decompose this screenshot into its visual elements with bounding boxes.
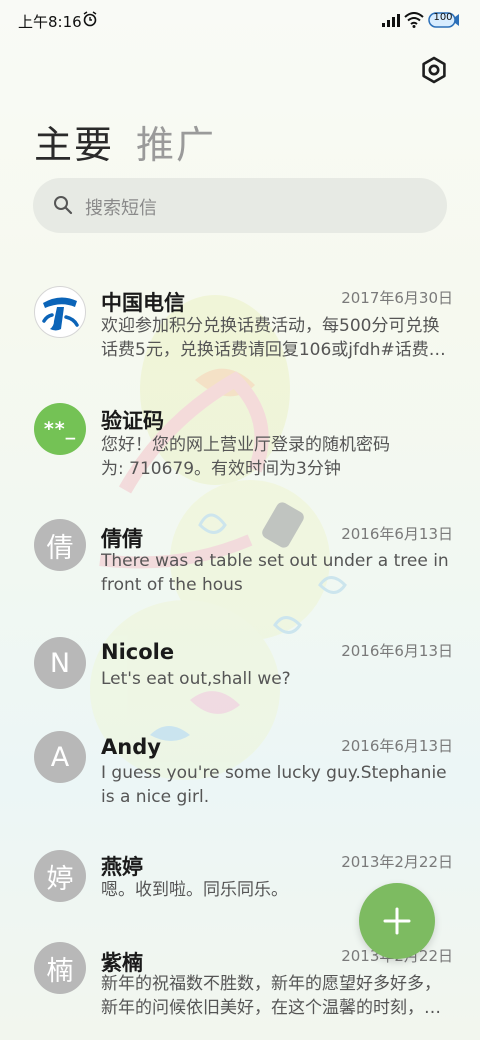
preview-line: 话费5元，兑换话费请回复106或jfdh#话费…	[101, 340, 446, 360]
search-bar[interactable]: 搜索短信	[33, 178, 447, 233]
conversation-date: 2016年6月13日	[341, 642, 453, 660]
plus-icon	[383, 907, 411, 935]
avatar: N	[34, 637, 86, 689]
avatar: 倩	[34, 519, 86, 571]
alarm-icon	[83, 11, 97, 27]
conversation-date: 2016年6月13日	[341, 737, 453, 755]
conversation-name: Andy	[101, 735, 161, 759]
search-placeholder: 搜索短信	[85, 198, 157, 219]
preview-line: There was a table set out under a tree i…	[101, 551, 449, 571]
china-telecom-logo	[34, 286, 86, 338]
conversation-date: 2016年6月13日	[341, 525, 453, 543]
search-icon	[54, 196, 73, 215]
wifi-icon	[404, 12, 424, 28]
conversation-name: Nicole	[101, 640, 175, 664]
avatar: **_	[34, 403, 86, 455]
battery-level: 100	[433, 12, 453, 23]
tab-promotions[interactable]: 推广	[136, 114, 216, 169]
settings-icon[interactable]	[418, 54, 450, 86]
conversation-name: 中国电信	[101, 291, 185, 315]
status-bar: 上午8:16 100	[0, 0, 480, 40]
preview-line: 新年的祝福数不胜数，新年的愿望好多好多，	[101, 974, 441, 994]
conversation-name: 验证码	[101, 409, 164, 433]
conversation-preview: I guess you're some lucky guy.Stephanie …	[101, 761, 451, 809]
conversation-name: 燕婷	[101, 855, 143, 879]
preview-line: Let's eat out,shall we?	[101, 669, 291, 689]
preview-line: is a nice girl.	[101, 787, 210, 807]
preview-line: 欢迎参加积分兑换话费活动，每500分可兑换	[101, 316, 440, 336]
avatar: A	[34, 731, 86, 783]
conversation-date: 2017年6月30日	[341, 289, 453, 307]
status-time: 上午8:16	[18, 13, 82, 31]
conversation-preview: Let's eat out,shall we?	[101, 667, 451, 691]
avatar: 楠	[34, 942, 86, 994]
new-message-button[interactable]	[359, 883, 435, 959]
signal-icon	[382, 14, 400, 27]
preview-line: 新年的问候依旧美好，在这个温馨的时刻，…	[101, 998, 441, 1018]
telecom-logo-icon	[36, 288, 84, 336]
conversation-preview: There was a table set out under a tree i…	[101, 549, 451, 597]
conversation-date: 2013年2月22日	[341, 853, 453, 871]
conversation-preview: 您好！您的网上营业厅登录的随机密码 为: 710679。有效时间为3分钟	[101, 433, 451, 481]
preview-line: front of the hous	[101, 575, 243, 595]
tab-main[interactable]: 主要	[34, 114, 114, 169]
preview-line: 您好！您的网上营业厅登录的随机密码	[101, 435, 390, 455]
conversation-preview: 欢迎参加积分兑换话费活动，每500分可兑换 话费5元，兑换话费请回复106或jf…	[101, 314, 451, 362]
conversation-preview: 新年的祝福数不胜数，新年的愿望好多好多， 新年的问候依旧美好，在这个温馨的时刻，…	[101, 972, 451, 1020]
avatar: 婷	[34, 850, 86, 902]
preview-line: 为: 710679。有效时间为3分钟	[101, 459, 341, 479]
preview-line: I guess you're some lucky guy.Stephanie	[101, 763, 447, 783]
